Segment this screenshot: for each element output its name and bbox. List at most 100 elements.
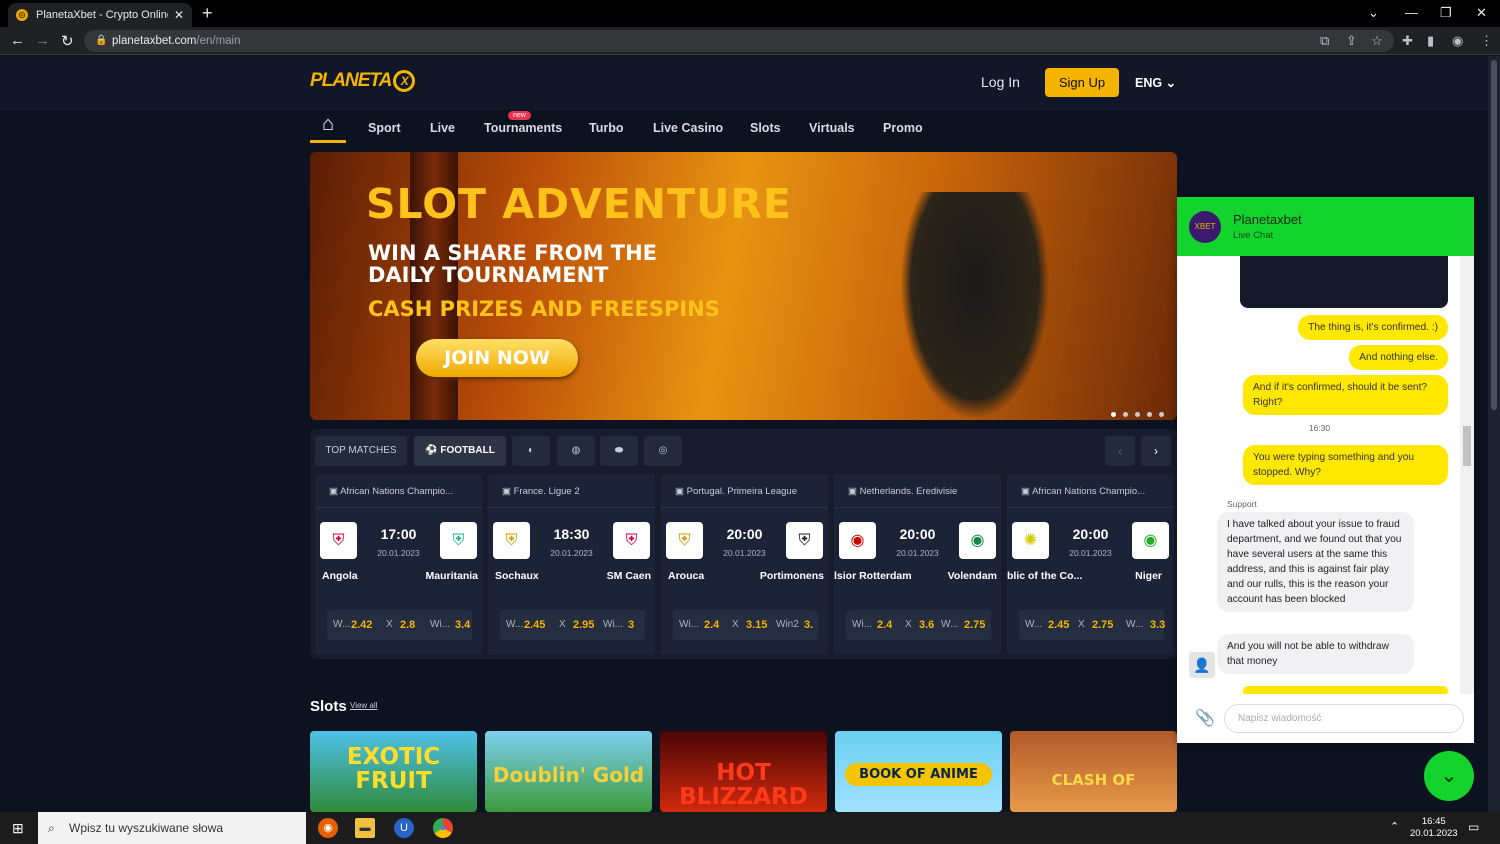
match-card[interactable]: ▣ France. Ligue 2 ⛨ ⛨ 18:30 20.01.2023 So… <box>488 474 655 655</box>
banner-subtitle-line1: WIN A SHARE FROM THE <box>368 241 658 265</box>
odd-win1[interactable]: 2.4 <box>704 610 719 640</box>
odd-draw[interactable]: 2.75 <box>1092 610 1113 640</box>
nav-tournaments[interactable]: Tournaments <box>484 121 562 135</box>
nav-turbo[interactable]: Turbo <box>589 121 623 135</box>
minimize-icon[interactable]: — <box>1405 5 1418 20</box>
odd-draw[interactable]: 3.15 <box>746 610 767 640</box>
firefox-icon[interactable]: ◉ <box>318 818 338 838</box>
windows-start-icon[interactable]: ⊞ <box>12 820 24 837</box>
tab-rugby-icon[interactable]: ◐ <box>512 436 550 466</box>
away-team: Portimonens <box>759 570 824 582</box>
odd-label: X <box>1078 619 1085 630</box>
notifications-icon[interactable]: ▭ <box>1468 820 1479 834</box>
scrollbar-thumb[interactable] <box>1491 60 1497 410</box>
odd-draw[interactable]: 3.6 <box>919 610 934 640</box>
page-scrollbar[interactable] <box>1488 56 1500 812</box>
home-icon[interactable]: ⌂ <box>310 110 346 143</box>
back-icon[interactable]: ← <box>10 32 25 49</box>
language-selector[interactable]: ENG ⌄ <box>1135 75 1176 90</box>
slot-game-tile[interactable]: HOT BLIZZARD <box>660 731 827 812</box>
slot-game-tile[interactable]: Doublin' Gold <box>485 731 652 812</box>
logo-x-icon: X <box>393 70 416 92</box>
odd-win2[interactable]: 3 <box>628 610 634 640</box>
carousel-dot[interactable] <box>1123 412 1128 417</box>
tray-chevron-icon[interactable]: ⌃ <box>1390 820 1399 833</box>
odd-win2[interactable]: 3.4 <box>455 610 470 640</box>
odd-draw[interactable]: 2.95 <box>573 610 594 640</box>
slot-game-tile[interactable]: EXOTIC FRUIT <box>310 731 477 812</box>
reload-icon[interactable]: ↻ <box>61 32 74 50</box>
tab-basketball-icon[interactable]: ◍ <box>557 436 595 466</box>
url-bar[interactable]: 🔒 planetaxbet.com/en/main <box>84 30 1394 52</box>
odds-row: W... 2.45 X 2.95 Wi... 3 <box>500 610 645 640</box>
next-arrow-icon[interactable]: › <box>1141 436 1171 466</box>
browser-tab[interactable]: ◎ PlanetaXbet - Crypto Online Casi ✕ <box>8 3 192 27</box>
nav-live-casino[interactable]: Live Casino <box>653 121 723 135</box>
chat-messages[interactable]: The thing is, it's confirmed. :) And not… <box>1177 256 1474 694</box>
league-name: ▣ African Nations Champio... <box>1021 486 1146 497</box>
odd-label: W... <box>1025 619 1043 630</box>
join-now-button[interactable]: JOIN NOW <box>416 339 578 377</box>
carousel-dot[interactable] <box>1111 412 1116 417</box>
slot-game-tile[interactable]: CLASH OF <box>1010 731 1177 812</box>
tab-volleyball-icon[interactable]: ◎ <box>644 436 682 466</box>
odd-win1[interactable]: 2.45 <box>1048 610 1069 640</box>
side-panel-icon[interactable]: ▮ <box>1427 33 1434 49</box>
odd-win2[interactable]: 2.75 <box>964 610 985 640</box>
match-card[interactable]: ▣ African Nations Champio... ⛨ ⛨ 17:00 20… <box>315 474 482 655</box>
tab-hockey-icon[interactable]: ⬬ <box>600 436 638 466</box>
tab-football[interactable]: ⚽ FOOTBALL <box>414 436 506 466</box>
chat-scrollbar-thumb[interactable] <box>1463 426 1471 466</box>
attachment-icon[interactable]: 📎 <box>1195 708 1215 728</box>
carousel-dot[interactable] <box>1147 412 1152 417</box>
shared-screenshot-image[interactable] <box>1240 256 1448 308</box>
match-card[interactable]: ▣ Netherlands. Eredivisie ◉ ◉ 20:00 20.01… <box>834 474 1001 655</box>
tab-search-icon[interactable]: ⌄ <box>1368 5 1379 21</box>
restore-icon[interactable]: ❐ <box>1440 5 1452 21</box>
forward-icon[interactable]: → <box>35 32 50 49</box>
odd-win1[interactable]: 2.42 <box>351 610 372 640</box>
nav-live[interactable]: Live <box>430 121 455 135</box>
file-explorer-icon[interactable]: ▬ <box>355 818 375 838</box>
bookmark-star-icon[interactable]: ☆ <box>1371 33 1383 49</box>
chat-message-input[interactable]: Napisz wiadomość <box>1224 704 1464 733</box>
away-team: Volendam <box>947 570 997 582</box>
nav-sport[interactable]: Sport <box>368 121 401 135</box>
close-tab-icon[interactable]: ✕ <box>174 8 184 22</box>
chat-minimize-button[interactable]: ⌄ <box>1424 751 1474 801</box>
share-icon[interactable]: ⇪ <box>1346 33 1357 49</box>
slots-view-all-link[interactable]: View all <box>350 701 377 710</box>
carousel-dot[interactable] <box>1159 412 1164 417</box>
new-tab-icon[interactable]: + <box>202 3 213 24</box>
taskbar-search[interactable]: ⌕ Wpisz tu wyszukiwane słowa <box>38 812 306 844</box>
nav-promo[interactable]: Promo <box>883 121 923 135</box>
menu-kebab-icon[interactable]: ⋮ <box>1480 33 1493 49</box>
extensions-icon[interactable]: ✚ <box>1402 33 1413 49</box>
site-logo[interactable]: PLANETA X <box>310 70 416 92</box>
odd-draw[interactable]: 2.8 <box>400 610 415 640</box>
profile-avatar-icon[interactable]: ◉ <box>1452 33 1463 49</box>
clock-date: 20.01.2023 <box>1410 828 1458 839</box>
odd-win2[interactable]: 3.3 <box>1150 610 1165 640</box>
signup-button[interactable]: Sign Up <box>1045 68 1119 97</box>
close-window-icon[interactable]: ✕ <box>1476 5 1487 21</box>
odd-label: W... <box>1126 619 1144 630</box>
nav-slots[interactable]: Slots <box>750 121 781 135</box>
prev-arrow-icon[interactable]: ‹ <box>1105 436 1135 466</box>
carousel-dot[interactable] <box>1135 412 1140 417</box>
odd-win2[interactable]: 3. <box>804 610 813 640</box>
match-card[interactable]: ▣ African Nations Champio... ✺ ◉ 20:00 20… <box>1007 474 1174 655</box>
odd-win1[interactable]: 2.4 <box>877 610 892 640</box>
odd-win1[interactable]: 2.45 <box>524 610 545 640</box>
login-link[interactable]: Log In <box>981 74 1020 90</box>
chat-scrollbar[interactable] <box>1460 256 1474 694</box>
slot-game-tile[interactable]: BOOK OF ANIME <box>835 731 1002 812</box>
translate-icon[interactable]: ⧉ <box>1320 33 1329 49</box>
nav-virtuals[interactable]: Virtuals <box>809 121 855 135</box>
tab-top-matches[interactable]: TOP MATCHES <box>315 436 407 466</box>
app-icon[interactable]: U <box>394 818 414 838</box>
promo-banner[interactable]: SLOT ADVENTURE WIN A SHARE FROM THE DAILY… <box>310 152 1177 420</box>
chrome-icon[interactable]: ● <box>433 818 453 838</box>
match-card[interactable]: ▣ Portugal. Primeira League ⛨ ⛨ 20:00 20.… <box>661 474 828 655</box>
taskbar-clock[interactable]: 16:45 20.01.2023 <box>1410 816 1458 840</box>
